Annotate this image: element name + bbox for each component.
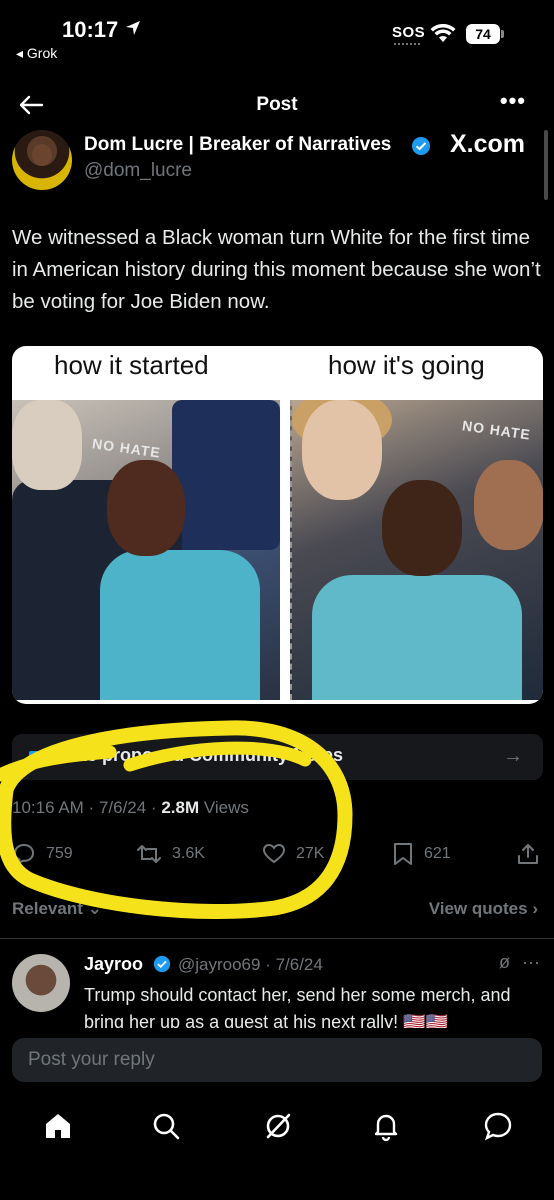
background-person bbox=[172, 400, 280, 550]
more-options-icon[interactable]: ··· bbox=[522, 952, 540, 973]
community-notes-icon bbox=[29, 751, 47, 763]
author-handle[interactable]: @dom_lucre bbox=[84, 160, 192, 182]
verified-badge-icon bbox=[153, 955, 171, 973]
replies-sort-row: Relevant ⌄ View quotes › bbox=[0, 895, 554, 925]
repost-count: 3.6K bbox=[172, 845, 205, 862]
divider bbox=[0, 938, 554, 939]
meme-caption-right: how it's going bbox=[328, 350, 485, 380]
grok-icon[interactable]: ø bbox=[499, 952, 510, 973]
bookmark-button[interactable]: 621 bbox=[392, 838, 451, 870]
girl-head-smiling bbox=[107, 460, 185, 556]
x-com-watermark: X.com bbox=[450, 130, 526, 158]
view-count: 2.8M bbox=[161, 798, 200, 817]
girl-shirt bbox=[100, 550, 260, 700]
share-icon bbox=[518, 844, 538, 864]
scrollbar[interactable] bbox=[544, 130, 548, 200]
location-arrow-icon bbox=[126, 21, 140, 35]
action-bar: 759 3.6K 27K 621 bbox=[0, 838, 554, 870]
girl-head-serious bbox=[382, 480, 462, 576]
notifications-bell-icon[interactable] bbox=[370, 1110, 402, 1142]
sos-indicator: SOS bbox=[392, 24, 426, 41]
relevant-label: Relevant bbox=[12, 899, 83, 918]
avatar[interactable] bbox=[12, 954, 70, 1012]
bottom-navigation bbox=[0, 1100, 554, 1150]
like-button[interactable]: 27K bbox=[262, 838, 324, 870]
reply-icon bbox=[13, 843, 35, 865]
man-head bbox=[12, 400, 82, 490]
repost-button[interactable]: 3.6K bbox=[136, 838, 205, 870]
community-notes-label: Rate proposed Community Notes bbox=[58, 745, 344, 765]
community-notes-banner[interactable]: Rate proposed Community Notes → bbox=[12, 734, 543, 780]
clock: 10:17 bbox=[62, 17, 119, 42]
battery-indicator: 74 bbox=[466, 24, 504, 44]
tweet-text: We witnessed a Black woman turn White fo… bbox=[12, 226, 541, 313]
meme-caption-left: how it started bbox=[54, 350, 209, 380]
post-date: 7/6/24 bbox=[98, 798, 147, 817]
reply-handle[interactable]: @jayroo69 bbox=[178, 955, 260, 974]
like-count: 27K bbox=[296, 845, 325, 862]
view-quotes-label: View quotes bbox=[428, 899, 528, 918]
reply-composer[interactable] bbox=[12, 1038, 542, 1082]
chevron-right-icon: › bbox=[532, 899, 538, 918]
top-bar: Post ••• bbox=[0, 86, 554, 126]
share-button[interactable] bbox=[516, 838, 540, 870]
meme-panel-left: NO HATE bbox=[12, 400, 280, 700]
verified-badge-icon bbox=[412, 137, 430, 155]
sign-text-right: NO HATE bbox=[461, 417, 532, 443]
view-quotes-link[interactable]: View quotes › bbox=[429, 899, 538, 919]
views-label: Views bbox=[203, 798, 249, 817]
home-icon[interactable] bbox=[42, 1110, 74, 1142]
tweet-meta: 10:16 AM · 7/6/24 · 2.8M Views bbox=[12, 798, 249, 817]
reply-button[interactable]: 759 bbox=[12, 838, 73, 870]
reply-input[interactable] bbox=[28, 1038, 508, 1082]
reply-actions: ø ··· bbox=[499, 952, 540, 973]
heart-icon bbox=[262, 843, 286, 864]
status-bar: 10:17 ◂ Grok SOS 74 bbox=[0, 0, 554, 70]
more-options-icon[interactable]: ••• bbox=[500, 88, 526, 114]
back-to-app-link[interactable]: ◂ Grok bbox=[16, 45, 57, 62]
girl-shirt bbox=[312, 575, 522, 700]
tweet-media-image[interactable]: how it started how it's going NO HATE NO… bbox=[12, 346, 543, 704]
signal-dots bbox=[394, 43, 420, 47]
avatar[interactable] bbox=[12, 130, 72, 190]
second-woman-head bbox=[474, 460, 543, 550]
tweet-author: Dom Lucre | Breaker of Narratives X.com … bbox=[0, 126, 554, 196]
sort-relevant-dropdown[interactable]: Relevant ⌄ bbox=[12, 899, 102, 919]
search-icon[interactable] bbox=[150, 1110, 182, 1142]
meme-panel-right: NO HATE bbox=[290, 400, 543, 700]
bookmark-icon bbox=[394, 843, 412, 865]
reply-count: 759 bbox=[46, 845, 73, 862]
wifi-icon bbox=[430, 24, 456, 42]
arrow-right-icon: → bbox=[503, 745, 523, 767]
reply-meta: @jayroo69 · 7/6/24 bbox=[178, 955, 323, 974]
back-app-label: Grok bbox=[26, 45, 58, 61]
grok-icon[interactable] bbox=[262, 1110, 294, 1142]
page-title: Post bbox=[256, 94, 298, 115]
post-time: 10:16 AM bbox=[12, 798, 84, 817]
bookmark-count: 621 bbox=[424, 845, 451, 862]
messages-icon[interactable] bbox=[482, 1110, 514, 1142]
chevron-down-icon: ⌄ bbox=[87, 899, 102, 918]
repost-icon bbox=[137, 845, 161, 863]
sign-text-left: NO HATE bbox=[91, 435, 162, 461]
reply-date: 7/6/24 bbox=[275, 955, 323, 974]
author-display-name[interactable]: Dom Lucre | Breaker of Narratives bbox=[84, 134, 391, 156]
reply-text: Trump should contact her, send her some … bbox=[84, 985, 511, 1028]
reply-item[interactable]: Jayroo @jayroo69 · 7/6/24 ø ··· Trump sh… bbox=[0, 948, 554, 1028]
reply-author-name[interactable]: Jayroo bbox=[84, 954, 143, 975]
woman-head bbox=[302, 400, 382, 500]
